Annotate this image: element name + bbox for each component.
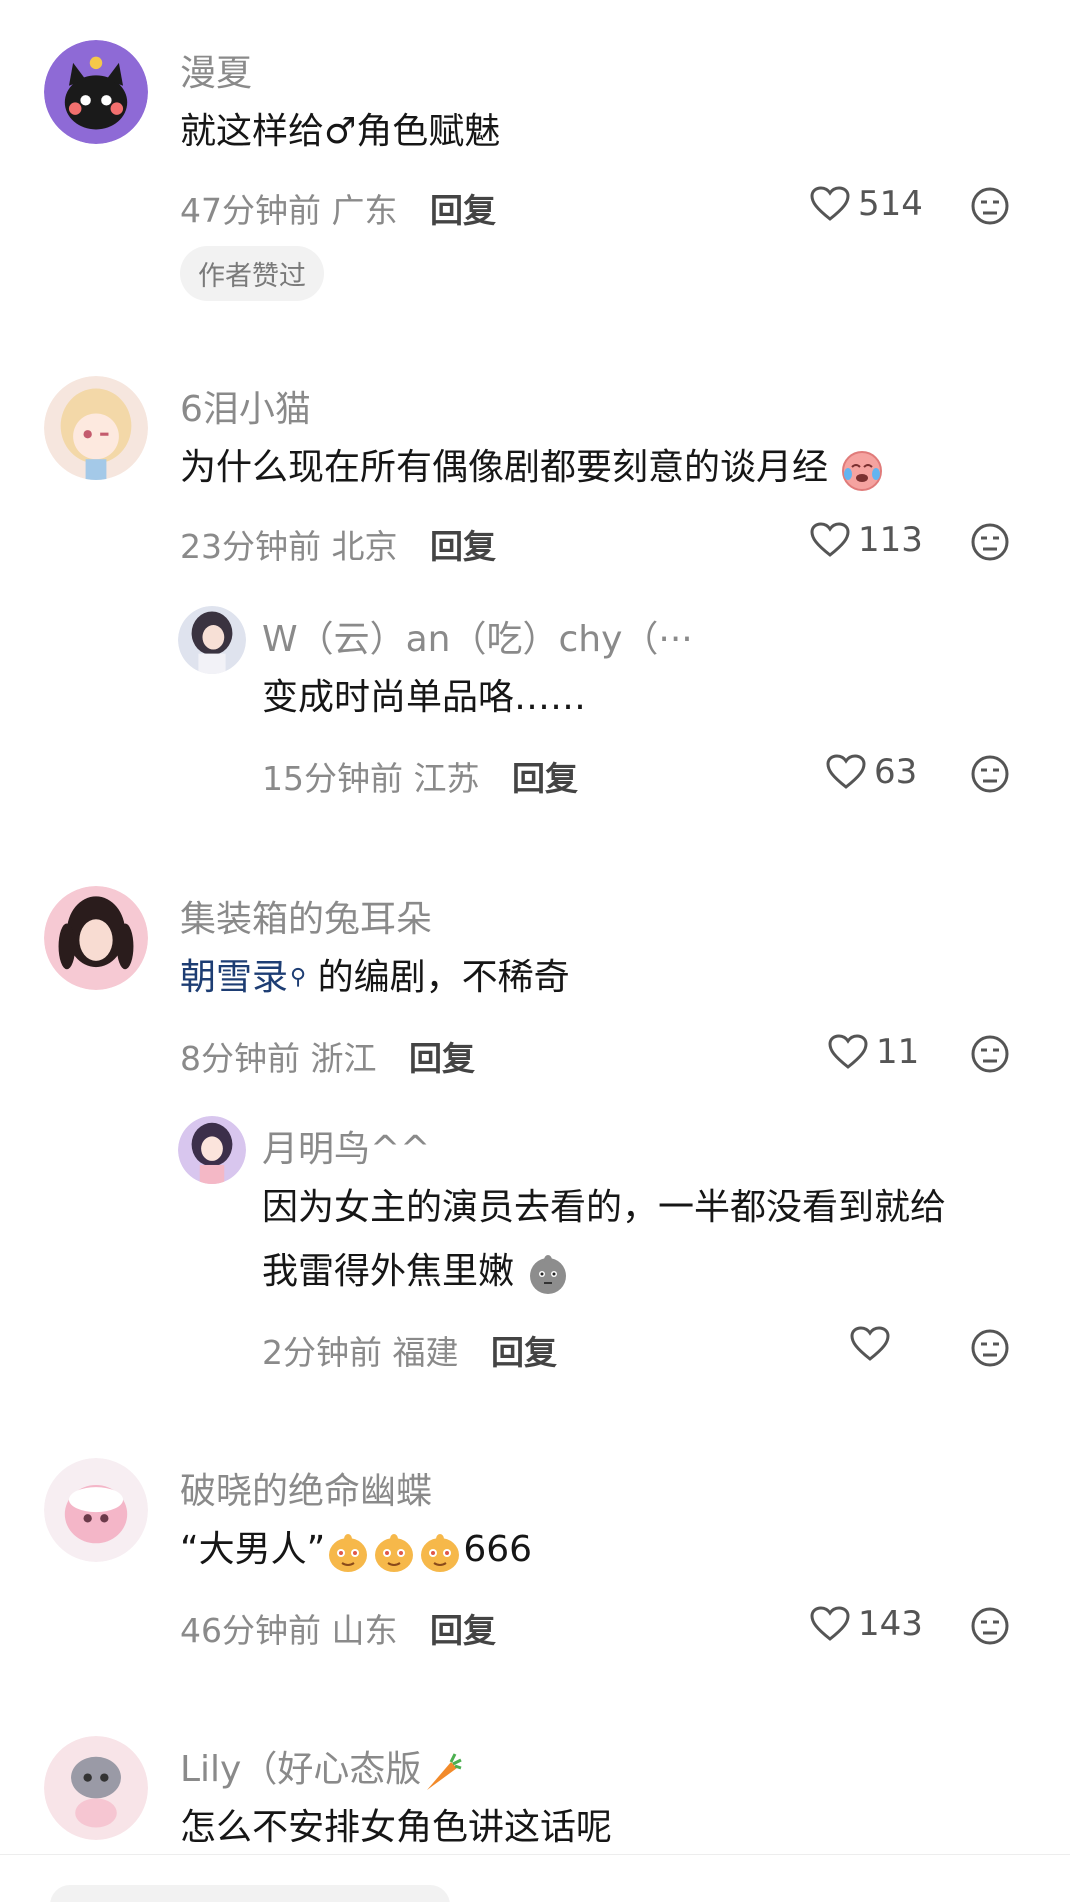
reply-text: 变成时尚单品咯……: [262, 677, 587, 718]
like-count: 63: [874, 752, 918, 792]
like-count: 514: [858, 184, 923, 224]
smirk-emoji-icon: [329, 1534, 368, 1572]
username[interactable]: 集装箱的兔耳朵: [180, 890, 432, 942]
like-button[interactable]: 113: [810, 520, 923, 560]
like-count: 11: [876, 1032, 920, 1072]
like-button[interactable]: 514: [810, 184, 923, 224]
avatar[interactable]: [44, 886, 148, 990]
comment-meta: 8分钟前 浙江 回复: [180, 1032, 475, 1080]
dislike-icon[interactable]: [970, 186, 1010, 226]
comment-meta: 47分钟前 广东 回复: [180, 184, 496, 232]
dislike-icon[interactable]: [970, 754, 1010, 794]
avatar[interactable]: [44, 376, 148, 480]
reply-username[interactable]: 月明鸟^^: [262, 1120, 430, 1172]
dislike-icon[interactable]: [970, 1606, 1010, 1646]
timestamp: 8分钟前: [180, 1039, 300, 1078]
location: 浙江: [310, 1039, 377, 1078]
reply-text-line-1: 因为女主的演员去看的，一半都没看到就给: [262, 1187, 947, 1228]
location: 福建: [392, 1333, 459, 1372]
location: 江苏: [413, 759, 480, 798]
timestamp: 15分钟前: [262, 759, 403, 798]
comment-text: 就这样给♂角色赋魅: [180, 111, 501, 152]
username[interactable]: 漫夏: [180, 44, 252, 96]
reply-avatar[interactable]: [178, 1116, 246, 1184]
comment-text: “大男人” 666: [180, 1518, 532, 1582]
reply-username[interactable]: W（云）an（吃）chy（···: [262, 610, 693, 662]
comment-input[interactable]: [50, 1885, 450, 1902]
dislike-icon[interactable]: [970, 522, 1010, 562]
comment-text-suffix: 666: [463, 1529, 533, 1570]
timestamp: 47分钟前: [180, 191, 321, 230]
heart-icon: [828, 1034, 868, 1069]
author-liked-badge: 作者赞过: [180, 246, 324, 301]
reply-meta: 15分钟前 江苏 回复: [262, 752, 578, 800]
username-text: Lily（好心态版: [180, 1749, 422, 1790]
reply-button[interactable]: 回复: [409, 1039, 475, 1078]
smirk-emoji-icon: [375, 1534, 414, 1572]
reply-button[interactable]: 回复: [491, 1333, 557, 1372]
reply-text-body: 我雷得外焦里嫩: [262, 1251, 515, 1292]
avatar[interactable]: [44, 1736, 148, 1840]
speechless-emoji-icon: [530, 1255, 567, 1294]
avatar[interactable]: [44, 40, 148, 144]
dislike-icon[interactable]: [970, 1328, 1010, 1368]
timestamp: 23分钟前: [180, 527, 321, 566]
like-button[interactable]: 63: [826, 752, 917, 792]
comment-text: 为什么现在所有偶像剧都要刻意的谈月经: [180, 436, 885, 500]
bottom-input-bar: [0, 1854, 1070, 1902]
heart-icon: [850, 1326, 890, 1361]
username[interactable]: 破晓的绝命幽蝶: [180, 1462, 432, 1514]
reply-button[interactable]: 回复: [430, 191, 496, 230]
smirk-emoji-icon: [421, 1534, 460, 1572]
reply-meta: 2分钟前 福建 回复: [262, 1326, 557, 1374]
avatar[interactable]: [44, 1458, 148, 1562]
location: 北京: [331, 527, 398, 566]
heart-icon: [810, 186, 850, 221]
timestamp: 2分钟前: [262, 1333, 382, 1372]
comment-text: 朝雪录⚲ 的编剧，不稀奇: [180, 946, 570, 1010]
like-button[interactable]: [850, 1326, 898, 1362]
search-icon: ⚲: [290, 965, 307, 990]
heart-icon: [810, 1606, 850, 1641]
dislike-icon[interactable]: [970, 1034, 1010, 1074]
search-link[interactable]: 朝雪录: [180, 957, 288, 998]
username[interactable]: Lily（好心态版: [180, 1740, 467, 1794]
comment-text: 怎么不安排女角色讲这话呢: [180, 1807, 613, 1848]
comment-text-body: 为什么现在所有偶像剧都要刻意的谈月经: [180, 447, 829, 488]
heart-icon: [826, 754, 866, 789]
crying-laughing-emoji-icon: [842, 451, 883, 491]
comment-meta: 46分钟前 山东 回复: [180, 1604, 496, 1652]
reply-button[interactable]: 回复: [512, 759, 578, 798]
reply-button[interactable]: 回复: [430, 1611, 496, 1650]
like-count: 143: [858, 1604, 923, 1644]
reply-text-line-2: 我雷得外焦里嫩: [262, 1240, 571, 1304]
comment-text-body: 的编剧，不稀奇: [306, 957, 570, 998]
location: 广东: [331, 191, 398, 230]
heart-icon: [810, 522, 850, 557]
username[interactable]: 6泪小猫: [180, 380, 311, 432]
like-count: 113: [858, 520, 923, 560]
like-button[interactable]: 11: [828, 1032, 919, 1072]
carrot-icon: [427, 1753, 463, 1790]
location: 山东: [331, 1611, 398, 1650]
timestamp: 46分钟前: [180, 1611, 321, 1650]
reply-button[interactable]: 回复: [430, 527, 496, 566]
comment-meta: 23分钟前 北京 回复: [180, 520, 496, 568]
reply-avatar[interactable]: [178, 606, 246, 674]
comment-text-body: “大男人”: [180, 1529, 326, 1570]
like-button[interactable]: 143: [810, 1604, 923, 1644]
